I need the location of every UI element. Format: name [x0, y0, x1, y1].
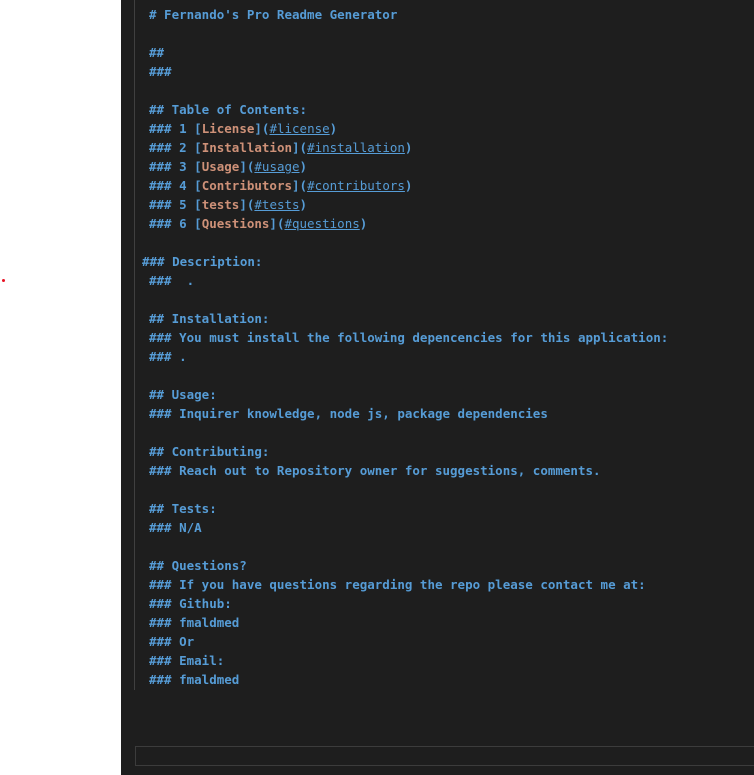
link-text: Questions [201, 216, 270, 231]
code-line-12[interactable]: ### 6 [Questions](#questions) [121, 214, 754, 233]
link-url[interactable]: #license [269, 121, 329, 136]
heading-text: ### Or [149, 634, 195, 649]
link-close-paren: ) [404, 140, 413, 155]
code-line-32[interactable]: ### Github: [121, 594, 754, 613]
link-open-bracket: [ [194, 197, 202, 212]
code-line-29[interactable] [121, 537, 754, 556]
code-line-10[interactable]: ### 4 [Contributors](#contributors) [121, 176, 754, 195]
code-line-6[interactable]: ## Table of Contents: [121, 100, 754, 119]
code-line-8[interactable]: ### 2 [Installation](#installation) [121, 138, 754, 157]
heading-text: ### N/A [149, 520, 202, 535]
toc-prefix: ### 4 [149, 178, 195, 193]
heading-text: ### [149, 64, 172, 79]
code-line-26[interactable] [121, 480, 754, 499]
heading-text: ## Questions? [149, 558, 247, 573]
code-line-16[interactable] [121, 290, 754, 309]
code-line-19[interactable]: ### . [121, 347, 754, 366]
code-line-9[interactable]: ### 3 [Usage](#usage) [121, 157, 754, 176]
link-close-bracket: ]( [239, 197, 255, 212]
link-url[interactable]: #tests [254, 197, 299, 212]
code-line-3[interactable]: ## [121, 43, 754, 62]
link-text: License [201, 121, 255, 136]
code-line-7[interactable]: ### 1 [License](#license) [121, 119, 754, 138]
link-url[interactable]: #contributors [307, 178, 405, 193]
code-line-15[interactable]: ### . [121, 271, 754, 290]
link-text: Contributors [201, 178, 292, 193]
code-line-24[interactable]: ## Contributing: [121, 442, 754, 461]
code-line-14[interactable]: ### Description: [121, 252, 754, 271]
link-close-paren: ) [329, 121, 338, 136]
code-line-33[interactable]: ### fmaldmed [121, 613, 754, 632]
heading-text: ### You must install the following depen… [149, 330, 669, 345]
link-open-bracket: [ [194, 216, 202, 231]
link-text: Usage [201, 159, 240, 174]
error-marker-dot [2, 279, 5, 282]
link-text: Installation [201, 140, 292, 155]
link-close-paren: ) [359, 216, 368, 231]
heading-text: ## Tests: [149, 501, 217, 516]
code-line-22[interactable]: ### Inquirer knowledge, node js, package… [121, 404, 754, 423]
code-line-11[interactable]: ### 5 [tests](#tests) [121, 195, 754, 214]
heading-text: ### Reach out to Repository owner for su… [149, 463, 601, 478]
link-url[interactable]: #installation [307, 140, 405, 155]
link-open-bracket: [ [194, 121, 202, 136]
code-line-25[interactable]: ### Reach out to Repository owner for su… [121, 461, 754, 480]
link-open-bracket: [ [194, 140, 202, 155]
link-close-bracket: ]( [292, 140, 308, 155]
code-line-30[interactable]: ## Questions? [121, 556, 754, 575]
code-line-4[interactable]: ### [121, 62, 754, 81]
heading-text: ### fmaldmed [149, 672, 240, 687]
heading-text: ### . [149, 273, 195, 288]
code-line-21[interactable]: ## Usage: [121, 385, 754, 404]
link-url[interactable]: #questions [284, 216, 359, 231]
code-line-5[interactable] [121, 81, 754, 100]
heading-text: ### fmaldmed [149, 615, 240, 630]
heading-text: ## [149, 45, 165, 60]
editor-text-area[interactable]: # Fernando's Pro Readme Generator ## ###… [121, 5, 754, 689]
heading-text: ### Description: [142, 254, 263, 269]
bottom-panel-input[interactable] [135, 746, 754, 766]
heading-text: ## Installation: [149, 311, 270, 326]
link-close-bracket: ]( [254, 121, 270, 136]
toc-prefix: ### 6 [149, 216, 195, 231]
toc-prefix: ### 1 [149, 121, 195, 136]
code-line-2[interactable] [121, 24, 754, 43]
link-close-bracket: ]( [239, 159, 255, 174]
link-close-paren: ) [299, 159, 308, 174]
link-close-bracket: ]( [292, 178, 308, 193]
link-url[interactable]: #usage [254, 159, 299, 174]
toc-prefix: ### 3 [149, 159, 195, 174]
heading-text: ## Table of Contents: [149, 102, 308, 117]
link-close-bracket: ]( [269, 216, 285, 231]
heading-text: # Fernando's Pro Readme Generator [149, 7, 398, 22]
heading-text: ### Inquirer knowledge, node js, package… [149, 406, 548, 421]
heading-text: ### If you have questions regarding the … [149, 577, 646, 592]
code-line-17[interactable]: ## Installation: [121, 309, 754, 328]
code-line-35[interactable]: ### Email: [121, 651, 754, 670]
link-close-paren: ) [299, 197, 308, 212]
code-line-27[interactable]: ## Tests: [121, 499, 754, 518]
code-line-18[interactable]: ### You must install the following depen… [121, 328, 754, 347]
link-open-bracket: [ [194, 178, 202, 193]
code-line-36[interactable]: ### fmaldmed [121, 670, 754, 689]
code-line-20[interactable] [121, 366, 754, 385]
heading-text: ### Github: [149, 596, 232, 611]
heading-text: ### Email: [149, 653, 225, 668]
link-close-paren: ) [404, 178, 413, 193]
code-line-28[interactable]: ### N/A [121, 518, 754, 537]
toc-prefix: ### 2 [149, 140, 195, 155]
link-text: tests [201, 197, 240, 212]
heading-text: ## Usage: [149, 387, 217, 402]
code-line-23[interactable] [121, 423, 754, 442]
code-line-1[interactable]: # Fernando's Pro Readme Generator [121, 5, 754, 24]
toc-prefix: ### 5 [149, 197, 195, 212]
heading-text: ### . [149, 349, 187, 364]
link-open-bracket: [ [194, 159, 202, 174]
code-line-31[interactable]: ### If you have questions regarding the … [121, 575, 754, 594]
code-line-34[interactable]: ### Or [121, 632, 754, 651]
code-editor[interactable]: # Fernando's Pro Readme Generator ## ###… [121, 0, 754, 775]
heading-text: ## Contributing: [149, 444, 270, 459]
code-line-13[interactable] [121, 233, 754, 252]
screenshot-canvas: # Fernando's Pro Readme Generator ## ###… [0, 0, 754, 775]
